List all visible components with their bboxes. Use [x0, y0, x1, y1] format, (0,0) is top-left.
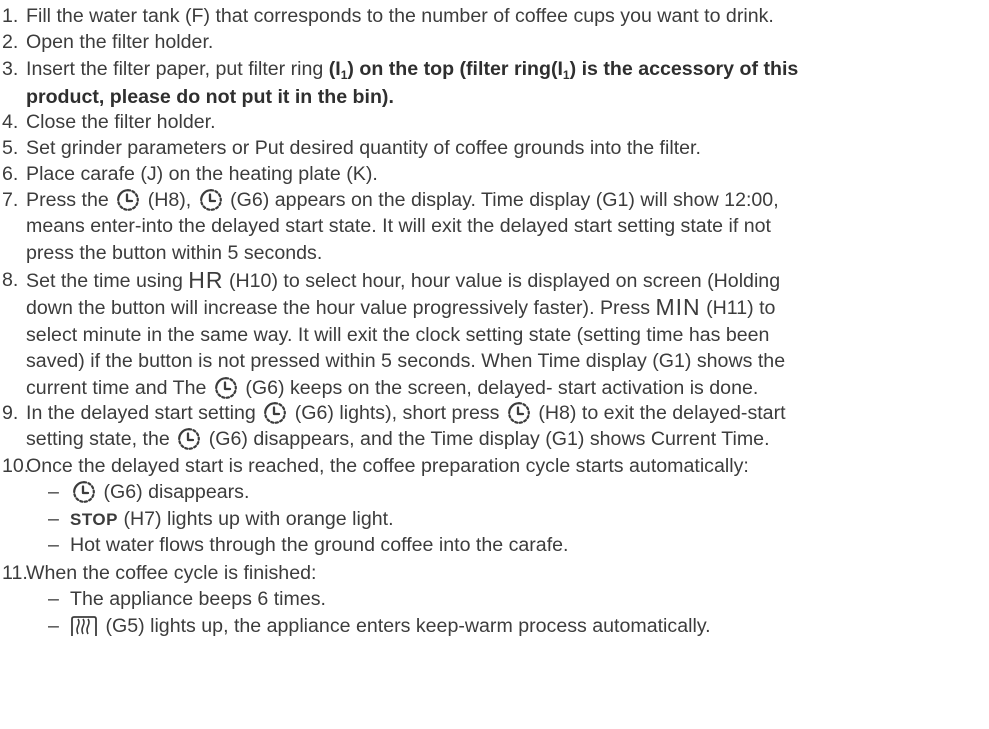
text-run: ) is the accessory of this	[569, 58, 799, 80]
step-number: 1.	[2, 5, 19, 27]
text-run: (I	[328, 58, 341, 80]
delayed-start-clock-icon	[72, 480, 96, 504]
text-run: Set the time using	[26, 270, 183, 292]
step-number: 10.	[2, 455, 30, 477]
dash: –	[48, 508, 59, 530]
step-text: Fill the water tank (F) that corresponds…	[26, 5, 774, 27]
step-10-sub-2: – STOP (H7) lights up with orange light.	[48, 506, 394, 533]
keep-warm-icon	[71, 616, 97, 636]
text-run: In the delayed start setting	[26, 402, 256, 424]
delayed-start-clock-icon	[507, 401, 531, 425]
step-1: 1. Fill the water tank (F) that correspo…	[0, 3, 989, 29]
text-run: current time and The	[26, 376, 207, 399]
delayed-start-clock-icon	[199, 188, 223, 212]
text-run: product, please do not put it in the bin…	[26, 86, 394, 109]
text-run: Insert the filter paper, put filter ring	[26, 58, 329, 80]
step-text: Close the filter holder.	[26, 111, 216, 133]
text-run: (G6) keeps on the screen, delayed- start…	[245, 376, 759, 399]
stop-button-label: STOP	[70, 510, 118, 529]
step-5: 5. Set grinder parameters or Put desired…	[0, 135, 989, 161]
text-run: down the button will increase the hour v…	[26, 297, 651, 320]
step-text: Place carafe (J) on the heating plate (K…	[26, 163, 378, 185]
step-10-sub-1: – (G6) disappears.	[48, 479, 249, 505]
step-number: 4.	[2, 111, 19, 133]
step-text: When the coffee cycle is finished:	[26, 562, 317, 584]
text-run: The appliance beeps 6 times.	[70, 588, 326, 610]
text-run: (G6) lights), short press	[294, 402, 500, 424]
subscript: 1	[562, 68, 570, 82]
text-run: (G6) disappears.	[103, 481, 250, 503]
text-run: (H7) lights up with orange light.	[123, 508, 394, 530]
text-run: (H10) to select hour, hour value is disp…	[228, 270, 781, 292]
step-8: 8. Set the time using HR (H10) to select…	[0, 267, 989, 401]
text-run: ) on the top (filter ring(I	[347, 58, 563, 80]
text-run: press the button within 5 seconds.	[26, 241, 323, 264]
dash: –	[48, 534, 59, 556]
text-run: select minute in the same way. It will e…	[26, 323, 770, 346]
text-run: Hot water flows through the ground coffe…	[70, 534, 569, 556]
subscript: 1	[340, 68, 348, 82]
step-4: 4. Close the filter holder.	[0, 109, 989, 135]
delayed-start-clock-icon	[263, 401, 287, 425]
text-run: means enter-into the delayed start state…	[26, 215, 771, 238]
text-run: setting state, the	[26, 428, 170, 451]
step-6: 6. Place carafe (J) on the heating plate…	[0, 161, 989, 187]
min-button-label: MIN	[655, 294, 701, 321]
delayed-start-clock-icon	[177, 427, 201, 451]
step-3: 3. Insert the filter paper, put filter r…	[0, 56, 989, 111]
text-run: (G6) appears on the display. Time displa…	[230, 189, 779, 211]
step-text: Set grinder parameters or Put desired qu…	[26, 137, 701, 159]
step-text: Open the filter holder.	[26, 31, 214, 53]
step-number: 6.	[2, 163, 19, 185]
text-run: saved) if the button is not pressed with…	[26, 350, 786, 373]
text-run: Press the	[26, 189, 109, 211]
step-10-sub-3: – Hot water flows through the ground coff…	[48, 532, 569, 558]
step-text: In the delayed start setting (G6) lights…	[26, 400, 989, 453]
text-run: (H11) to	[706, 297, 776, 320]
step-11-sub-1: – The appliance beeps 6 times.	[48, 586, 326, 612]
step-7: 7. Press the (H8), (G6) appears on the d…	[0, 187, 989, 266]
dash: –	[48, 615, 59, 637]
instruction-page: 1. Fill the water tank (F) that correspo…	[0, 0, 989, 729]
text-run: (G6) disappears, and the Time display (G…	[208, 428, 770, 451]
step-number: 8.	[2, 269, 19, 291]
step-9: 9. In the delayed start setting (G6) lig…	[0, 400, 989, 453]
step-number: 5.	[2, 137, 19, 159]
step-number: 7.	[2, 189, 19, 211]
step-10: 10. Once the delayed start is reached, t…	[0, 453, 989, 479]
step-11: 11. When the coffee cycle is finished:	[0, 560, 989, 586]
text-run: (G5) lights up, the appliance enters kee…	[105, 615, 711, 637]
step-number: 3.	[2, 58, 19, 80]
step-2: 2. Open the filter holder.	[0, 29, 989, 55]
delayed-start-clock-icon	[214, 376, 238, 400]
text-run: (H8),	[147, 189, 192, 211]
step-text: Insert the filter paper, put filter ring…	[26, 56, 989, 111]
text-run: (H8) to exit the delayed-start	[538, 402, 786, 424]
step-11-sub-2: – (G5) lights up, the appliance enters k…	[48, 613, 711, 639]
step-number: 11.	[2, 562, 28, 584]
dash: –	[48, 481, 59, 503]
step-number: 9.	[2, 402, 19, 424]
step-number: 2.	[2, 31, 19, 53]
dash: –	[48, 588, 59, 610]
hr-button-label: HR	[188, 267, 224, 293]
delayed-start-clock-icon	[116, 188, 140, 212]
step-text: Once the delayed start is reached, the c…	[26, 455, 749, 477]
step-text: Set the time using HR (H10) to select ho…	[26, 267, 989, 401]
step-text: Press the (H8), (G6) appears on the disp…	[26, 187, 989, 266]
